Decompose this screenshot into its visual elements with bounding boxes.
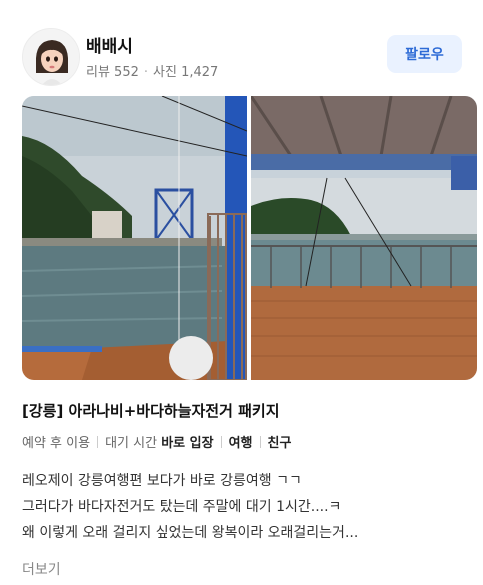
tag-wait-value: 바로 입장 [161, 436, 214, 451]
review-line-1: 레오제이 강릉여행편 보다가 바로 강릉여행 ㄱㄱ [22, 473, 302, 489]
photo-bridge-pier-view [22, 96, 247, 380]
stats-separator: · [143, 65, 149, 80]
review-photo-2[interactable] [251, 96, 477, 380]
user-avatar[interactable] [22, 28, 80, 86]
review-line-3: 왜 이렇게 오래 걸리지 싶었는데 왕복이라 오래걸리는거... [22, 525, 359, 541]
tag-companion: 친구 [267, 436, 292, 451]
review-line-2: 그러다가 바다자전거도 탔는데 주말에 대기 1시간....ㅋ [22, 499, 342, 515]
photo-deck-sea-view [251, 96, 477, 380]
memoji-avatar-icon [23, 29, 79, 85]
tag-purpose: 여행 [228, 436, 253, 451]
review-photo-1[interactable] [22, 96, 247, 380]
follow-button[interactable]: 팔로우 [387, 35, 462, 73]
tag-reservation: 예약 후 이용 [22, 436, 91, 451]
read-more-link[interactable]: 더보기 [22, 559, 61, 579]
user-stats: 리뷰 552 · 사진 1,427 [86, 61, 218, 80]
tag-divider [97, 436, 99, 448]
photo-gallery [22, 96, 477, 380]
tag-divider [259, 436, 261, 448]
review-body[interactable]: 레오제이 강릉여행편 보다가 바로 강릉여행 ㄱㄱ 그러다가 바다자전거도 탔는… [22, 468, 462, 546]
user-name[interactable]: 배배시 [86, 32, 133, 57]
review-header: 배배시 리뷰 552 · 사진 1,427 팔로우 [22, 28, 462, 88]
review-count: 리뷰 552 [86, 65, 139, 80]
review-tags: 예약 후 이용 대기 시간 바로 입장 여행 친구 [22, 432, 291, 451]
tag-wait-label: 대기 시간 [105, 436, 158, 451]
photo-count: 사진 1,427 [153, 65, 219, 80]
review-title[interactable]: [강릉] 아라나비+바다하늘자전거 패키지 [22, 400, 280, 421]
tag-divider [220, 436, 222, 448]
